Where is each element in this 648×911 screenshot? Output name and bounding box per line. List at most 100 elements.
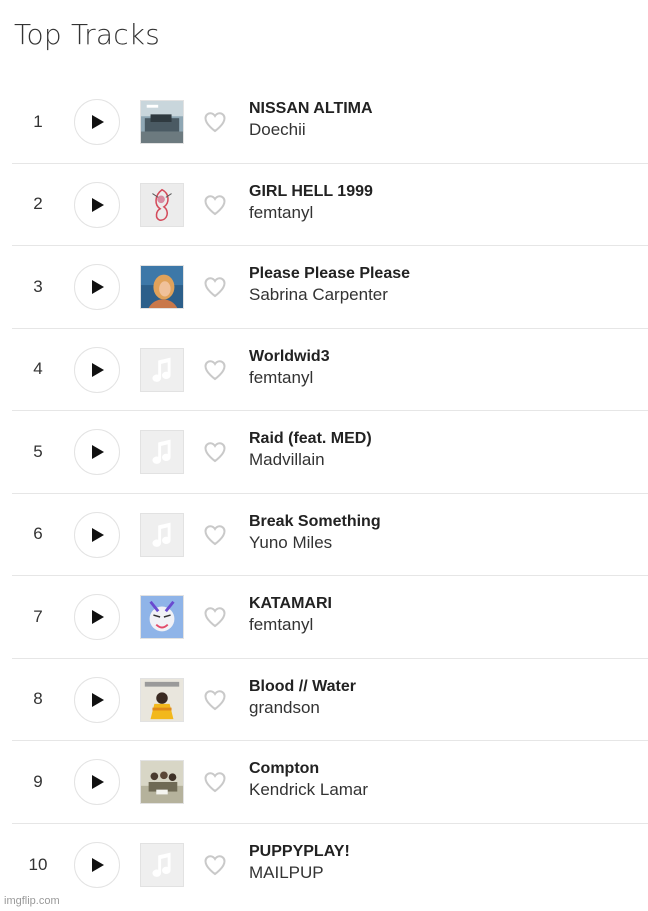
- like-button[interactable]: [202, 770, 228, 794]
- track-info: Compton Kendrick Lamar: [249, 759, 629, 801]
- play-icon: [88, 278, 106, 296]
- track-title[interactable]: Worldwid3: [249, 347, 629, 367]
- track-rank: 1: [33, 111, 43, 131]
- play-icon: [88, 608, 106, 626]
- track-rank: 5: [33, 441, 43, 461]
- play-button[interactable]: [74, 676, 120, 723]
- track-artist[interactable]: MAILPUP: [249, 862, 629, 884]
- track-row[interactable]: 5 Raid (feat. MED) Madvillain: [12, 411, 648, 494]
- heart-icon: [203, 194, 227, 216]
- track-rank: 3: [33, 276, 43, 296]
- play-icon: [88, 773, 106, 791]
- track-info: NISSAN ALTIMA Doechii: [249, 99, 629, 141]
- track-rank: 7: [33, 606, 43, 626]
- like-button[interactable]: [202, 605, 228, 629]
- track-artist[interactable]: Madvillain: [249, 449, 629, 471]
- like-button[interactable]: [202, 853, 228, 877]
- track-info: Worldwid3 femtanyl: [249, 347, 629, 389]
- music-note-icon: [140, 430, 184, 474]
- like-button[interactable]: [202, 358, 228, 382]
- track-artist[interactable]: femtanyl: [249, 202, 629, 224]
- track-list: 1 NISSAN ALTIMA Doechii 2 GIRL HELL 1999 femt…: [12, 81, 648, 906]
- like-button[interactable]: [202, 523, 228, 547]
- track-artist[interactable]: grandson: [249, 697, 629, 719]
- track-title[interactable]: Raid (feat. MED): [249, 429, 629, 449]
- play-button[interactable]: [74, 759, 120, 805]
- play-button[interactable]: [74, 99, 120, 145]
- track-rank: 9: [33, 771, 43, 791]
- music-note-icon: [140, 512, 184, 557]
- track-title[interactable]: NISSAN ALTIMA: [249, 99, 629, 119]
- track-title[interactable]: Break Something: [249, 512, 629, 532]
- track-info: Raid (feat. MED) Madvillain: [249, 429, 629, 471]
- track-artist[interactable]: Sabrina Carpenter: [249, 284, 629, 306]
- track-title[interactable]: Compton: [249, 759, 629, 779]
- heart-icon: [203, 441, 227, 463]
- watermark: imgflip.com: [4, 895, 60, 907]
- heart-icon: [203, 606, 227, 628]
- play-button[interactable]: [74, 841, 120, 888]
- play-button[interactable]: [74, 594, 120, 640]
- play-button[interactable]: [74, 429, 120, 475]
- track-info: Blood // Water grandson: [249, 677, 629, 719]
- track-row[interactable]: 9 Compton Kendrick Lamar: [12, 741, 648, 824]
- track-rank: 6: [33, 524, 43, 544]
- like-button[interactable]: [202, 275, 228, 299]
- album-art: [140, 100, 184, 144]
- track-row[interactable]: 4 Worldwid3 femtanyl: [12, 329, 648, 411]
- track-info: KATAMARI femtanyl: [249, 594, 629, 636]
- like-button[interactable]: [202, 440, 228, 464]
- track-title[interactable]: Blood // Water: [249, 677, 629, 697]
- track-rank: 10: [28, 854, 48, 874]
- track-row[interactable]: 6 Break Something Yuno Miles: [12, 494, 648, 576]
- play-icon: [88, 361, 106, 379]
- play-button[interactable]: [74, 511, 120, 558]
- heart-icon: [203, 854, 227, 876]
- track-row[interactable]: 7 KATAMARI femtanyl: [12, 576, 648, 659]
- track-row[interactable]: 2 GIRL HELL 1999 femtanyl: [12, 164, 648, 246]
- heart-icon: [203, 689, 227, 711]
- track-artist[interactable]: femtanyl: [249, 367, 629, 389]
- track-info: GIRL HELL 1999 femtanyl: [249, 182, 629, 224]
- track-info: Please Please Please Sabrina Carpenter: [249, 264, 629, 306]
- track-artist[interactable]: Doechii: [249, 119, 629, 141]
- play-button[interactable]: [74, 264, 120, 310]
- album-art: [140, 677, 184, 722]
- like-button[interactable]: [202, 110, 228, 134]
- heart-icon: [203, 111, 227, 133]
- track-info: Break Something Yuno Miles: [249, 512, 629, 554]
- like-button[interactable]: [202, 193, 228, 217]
- track-artist[interactable]: Kendrick Lamar: [249, 779, 629, 801]
- track-row[interactable]: 8 Blood // Water grandson: [12, 659, 648, 741]
- heart-icon: [203, 359, 227, 381]
- track-artist[interactable]: Yuno Miles: [249, 532, 629, 554]
- play-icon: [88, 443, 106, 461]
- music-note-icon: [140, 842, 184, 887]
- heart-icon: [203, 276, 227, 298]
- track-rank: 2: [33, 194, 43, 214]
- track-row[interactable]: 3 Please Please Please Sabrina Carpenter: [12, 246, 648, 329]
- play-icon: [88, 526, 106, 544]
- heart-icon: [203, 771, 227, 793]
- track-row[interactable]: 10 PUPPYPLAY! MAILPUP: [12, 824, 648, 907]
- play-icon: [88, 856, 106, 874]
- track-title[interactable]: Please Please Please: [249, 264, 629, 284]
- page-title: Top Tracks: [14, 18, 161, 51]
- track-row[interactable]: 1 NISSAN ALTIMA Doechii: [12, 81, 648, 164]
- album-art: [140, 265, 184, 309]
- track-title[interactable]: KATAMARI: [249, 594, 629, 614]
- play-button[interactable]: [74, 181, 120, 228]
- track-info: PUPPYPLAY! MAILPUP: [249, 842, 629, 884]
- album-art: [140, 182, 184, 227]
- track-title[interactable]: PUPPYPLAY!: [249, 842, 629, 862]
- album-art: [140, 760, 184, 804]
- music-note-icon: [140, 347, 184, 392]
- play-icon: [88, 196, 106, 214]
- play-button[interactable]: [74, 346, 120, 393]
- track-rank: 8: [33, 689, 43, 709]
- play-icon: [88, 691, 106, 709]
- track-title[interactable]: GIRL HELL 1999: [249, 182, 629, 202]
- album-art: [140, 595, 184, 639]
- like-button[interactable]: [202, 688, 228, 712]
- track-artist[interactable]: femtanyl: [249, 614, 629, 636]
